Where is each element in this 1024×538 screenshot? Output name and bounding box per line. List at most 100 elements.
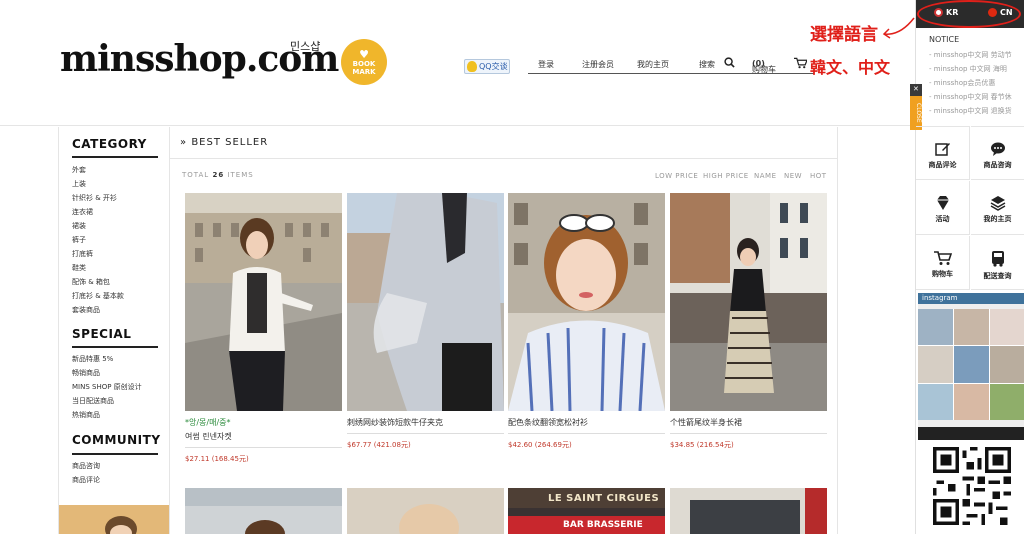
category-item[interactable]: 套装商品: [72, 305, 100, 315]
product-image[interactable]: [347, 193, 504, 411]
notice-item-text: minsshop中文网 劳动节: [933, 51, 1012, 59]
category-item[interactable]: 打底衫 & 基本款: [72, 291, 124, 301]
product-name[interactable]: 刺绣网纱装饰短款牛仔夹克: [347, 417, 504, 428]
quick-mypage-button[interactable]: 我的主页: [971, 181, 1024, 235]
instagram-thumb[interactable]: [918, 383, 953, 420]
product-card[interactable]: LE SAINT CIRGUES BAR BRASSERIE: [508, 488, 665, 534]
product-card[interactable]: [670, 488, 827, 534]
notice-item[interactable]: - minsshop中文网 劳动节: [929, 50, 1012, 60]
special-item[interactable]: 当日配送商品: [72, 396, 114, 406]
quick-review-button[interactable]: 商品评论: [916, 126, 970, 180]
notice-item[interactable]: - minsshop会员优惠: [929, 78, 995, 88]
instagram-thumb[interactable]: [954, 309, 989, 346]
product-name[interactable]: 个性箭尾纹半身长裙: [670, 417, 827, 428]
quick-review-label: 商品评论: [928, 161, 957, 169]
special-item[interactable]: 热销商品: [72, 410, 100, 420]
special-item[interactable]: 畅销商品: [72, 368, 100, 378]
notice-item-text: minsshop会员优惠: [933, 79, 996, 87]
sort-high-price[interactable]: HIGH PRICE: [703, 172, 749, 180]
instagram-thumb[interactable]: [954, 346, 989, 383]
product-photo: [185, 193, 342, 411]
section-title: » BEST SELLER: [180, 137, 268, 148]
category-item[interactable]: 外套: [72, 165, 86, 175]
notice-item[interactable]: - minsshop 中文网 海明: [929, 64, 1007, 74]
quick-delivery-button[interactable]: 配送查询: [971, 236, 1024, 290]
cart-icon[interactable]: [794, 57, 807, 69]
sort-name[interactable]: NAME: [754, 172, 777, 180]
product-photo: [508, 193, 665, 411]
truck-icon: [991, 251, 1004, 267]
cart-link[interactable]: 购物车 (0): [752, 59, 776, 74]
quick-mypage-label: 我的主页: [983, 215, 1012, 223]
diamond-icon: [936, 196, 949, 210]
sort-new[interactable]: NEW: [784, 172, 802, 180]
community-title: COMMUNITY: [72, 433, 161, 447]
best-seller-title: BEST SELLER: [191, 137, 269, 148]
search-icon[interactable]: [724, 57, 735, 68]
instagram-thumb[interactable]: [990, 309, 1024, 346]
community-item[interactable]: 商品咨询: [72, 461, 100, 471]
category-item[interactable]: 针织衫 & 开衫: [72, 193, 117, 203]
qr-code-image: [933, 447, 1011, 525]
annotation-choose-language: 選擇語言: [810, 25, 878, 45]
product-card[interactable]: [185, 488, 342, 534]
category-item[interactable]: 鞋类: [72, 263, 86, 273]
category-title: CATEGORY: [72, 137, 147, 151]
login-link[interactable]: 登录: [538, 59, 554, 70]
product-name[interactable]: 配色条纹翻领宽松衬衫: [508, 417, 665, 428]
bookmark-label: BOOK MARK: [352, 60, 376, 76]
bookmark-button[interactable]: ♥ BOOK MARK: [341, 39, 387, 85]
product-image[interactable]: [508, 193, 665, 411]
product-name[interactable]: *앙/몽/매/중*: [185, 417, 342, 428]
instagram-thumb[interactable]: [990, 383, 1024, 420]
double-chevron-icon: »: [180, 137, 188, 148]
divider: [72, 346, 158, 348]
product-subname[interactable]: 여썸 린넨자켓: [185, 431, 342, 442]
cart-label: 购物车: [752, 65, 776, 74]
category-item[interactable]: 连衣裙: [72, 207, 93, 217]
product-image[interactable]: [185, 193, 342, 411]
sort-hot[interactable]: HOT: [810, 172, 827, 180]
instagram-thumb[interactable]: [918, 309, 953, 346]
notice-item-text: minsshop 中文网 海明: [933, 65, 1007, 73]
mypage-link[interactable]: 我的主页: [637, 59, 669, 70]
product-price: $42.60 (264.69元): [508, 441, 572, 449]
instagram-thumb[interactable]: [918, 346, 953, 383]
category-item[interactable]: 上装: [72, 179, 86, 189]
cart-icon: [933, 251, 952, 265]
sort-low-price[interactable]: LOW PRICE: [655, 172, 698, 180]
qq-penguin-icon: [467, 61, 477, 72]
quick-event-button[interactable]: 活动: [916, 181, 970, 235]
divider: [347, 433, 504, 434]
community-item[interactable]: 商品评论: [72, 475, 100, 485]
notice-item[interactable]: - minsshop中文网 春节休: [929, 92, 1012, 102]
product-card[interactable]: [347, 488, 504, 534]
divider: [670, 433, 827, 434]
search-link[interactable]: 搜索: [699, 59, 715, 70]
notice-item[interactable]: - minsshop中文网 退换货: [929, 106, 1012, 116]
instagram-widget[interactable]: instagram: [918, 293, 1024, 440]
product-card[interactable]: 刺绣网纱装饰短款牛仔夹克 $67.77 (421.08元): [347, 193, 504, 450]
register-link[interactable]: 注册会员: [582, 59, 614, 70]
promo-banner-image[interactable]: [59, 505, 169, 538]
divider: [72, 453, 158, 455]
product-card[interactable]: 个性箭尾纹半身长裙 $34.85 (216.54元): [670, 193, 827, 450]
category-item[interactable]: 裙装: [72, 221, 86, 231]
category-item[interactable]: 打底裤: [72, 249, 93, 259]
close-tab-button[interactable]: ✕ CLOSE: [910, 84, 922, 130]
qq-chat-button[interactable]: QQ交谈: [464, 59, 510, 74]
instagram-thumb[interactable]: [954, 383, 989, 420]
chat-icon: [990, 142, 1005, 156]
quick-inquiry-button[interactable]: 商品咨询: [971, 126, 1024, 180]
quick-cart-button[interactable]: 购物车: [916, 236, 970, 290]
product-image[interactable]: [670, 193, 827, 411]
divider: [185, 447, 342, 448]
special-item[interactable]: 新品特惠 5%: [72, 354, 113, 364]
product-card[interactable]: *앙/몽/매/중* 여썸 린넨자켓 $27.11 (168.45元): [185, 193, 342, 464]
product-card[interactable]: 配色条纹翻领宽松衬衫 $42.60 (264.69元): [508, 193, 665, 450]
instagram-grid: [918, 309, 1024, 420]
category-item[interactable]: 裤子: [72, 235, 86, 245]
special-item[interactable]: MINS SHOP 原创设计: [72, 382, 142, 392]
category-item[interactable]: 配饰 & 箱包: [72, 277, 110, 287]
instagram-thumb[interactable]: [990, 346, 1024, 383]
